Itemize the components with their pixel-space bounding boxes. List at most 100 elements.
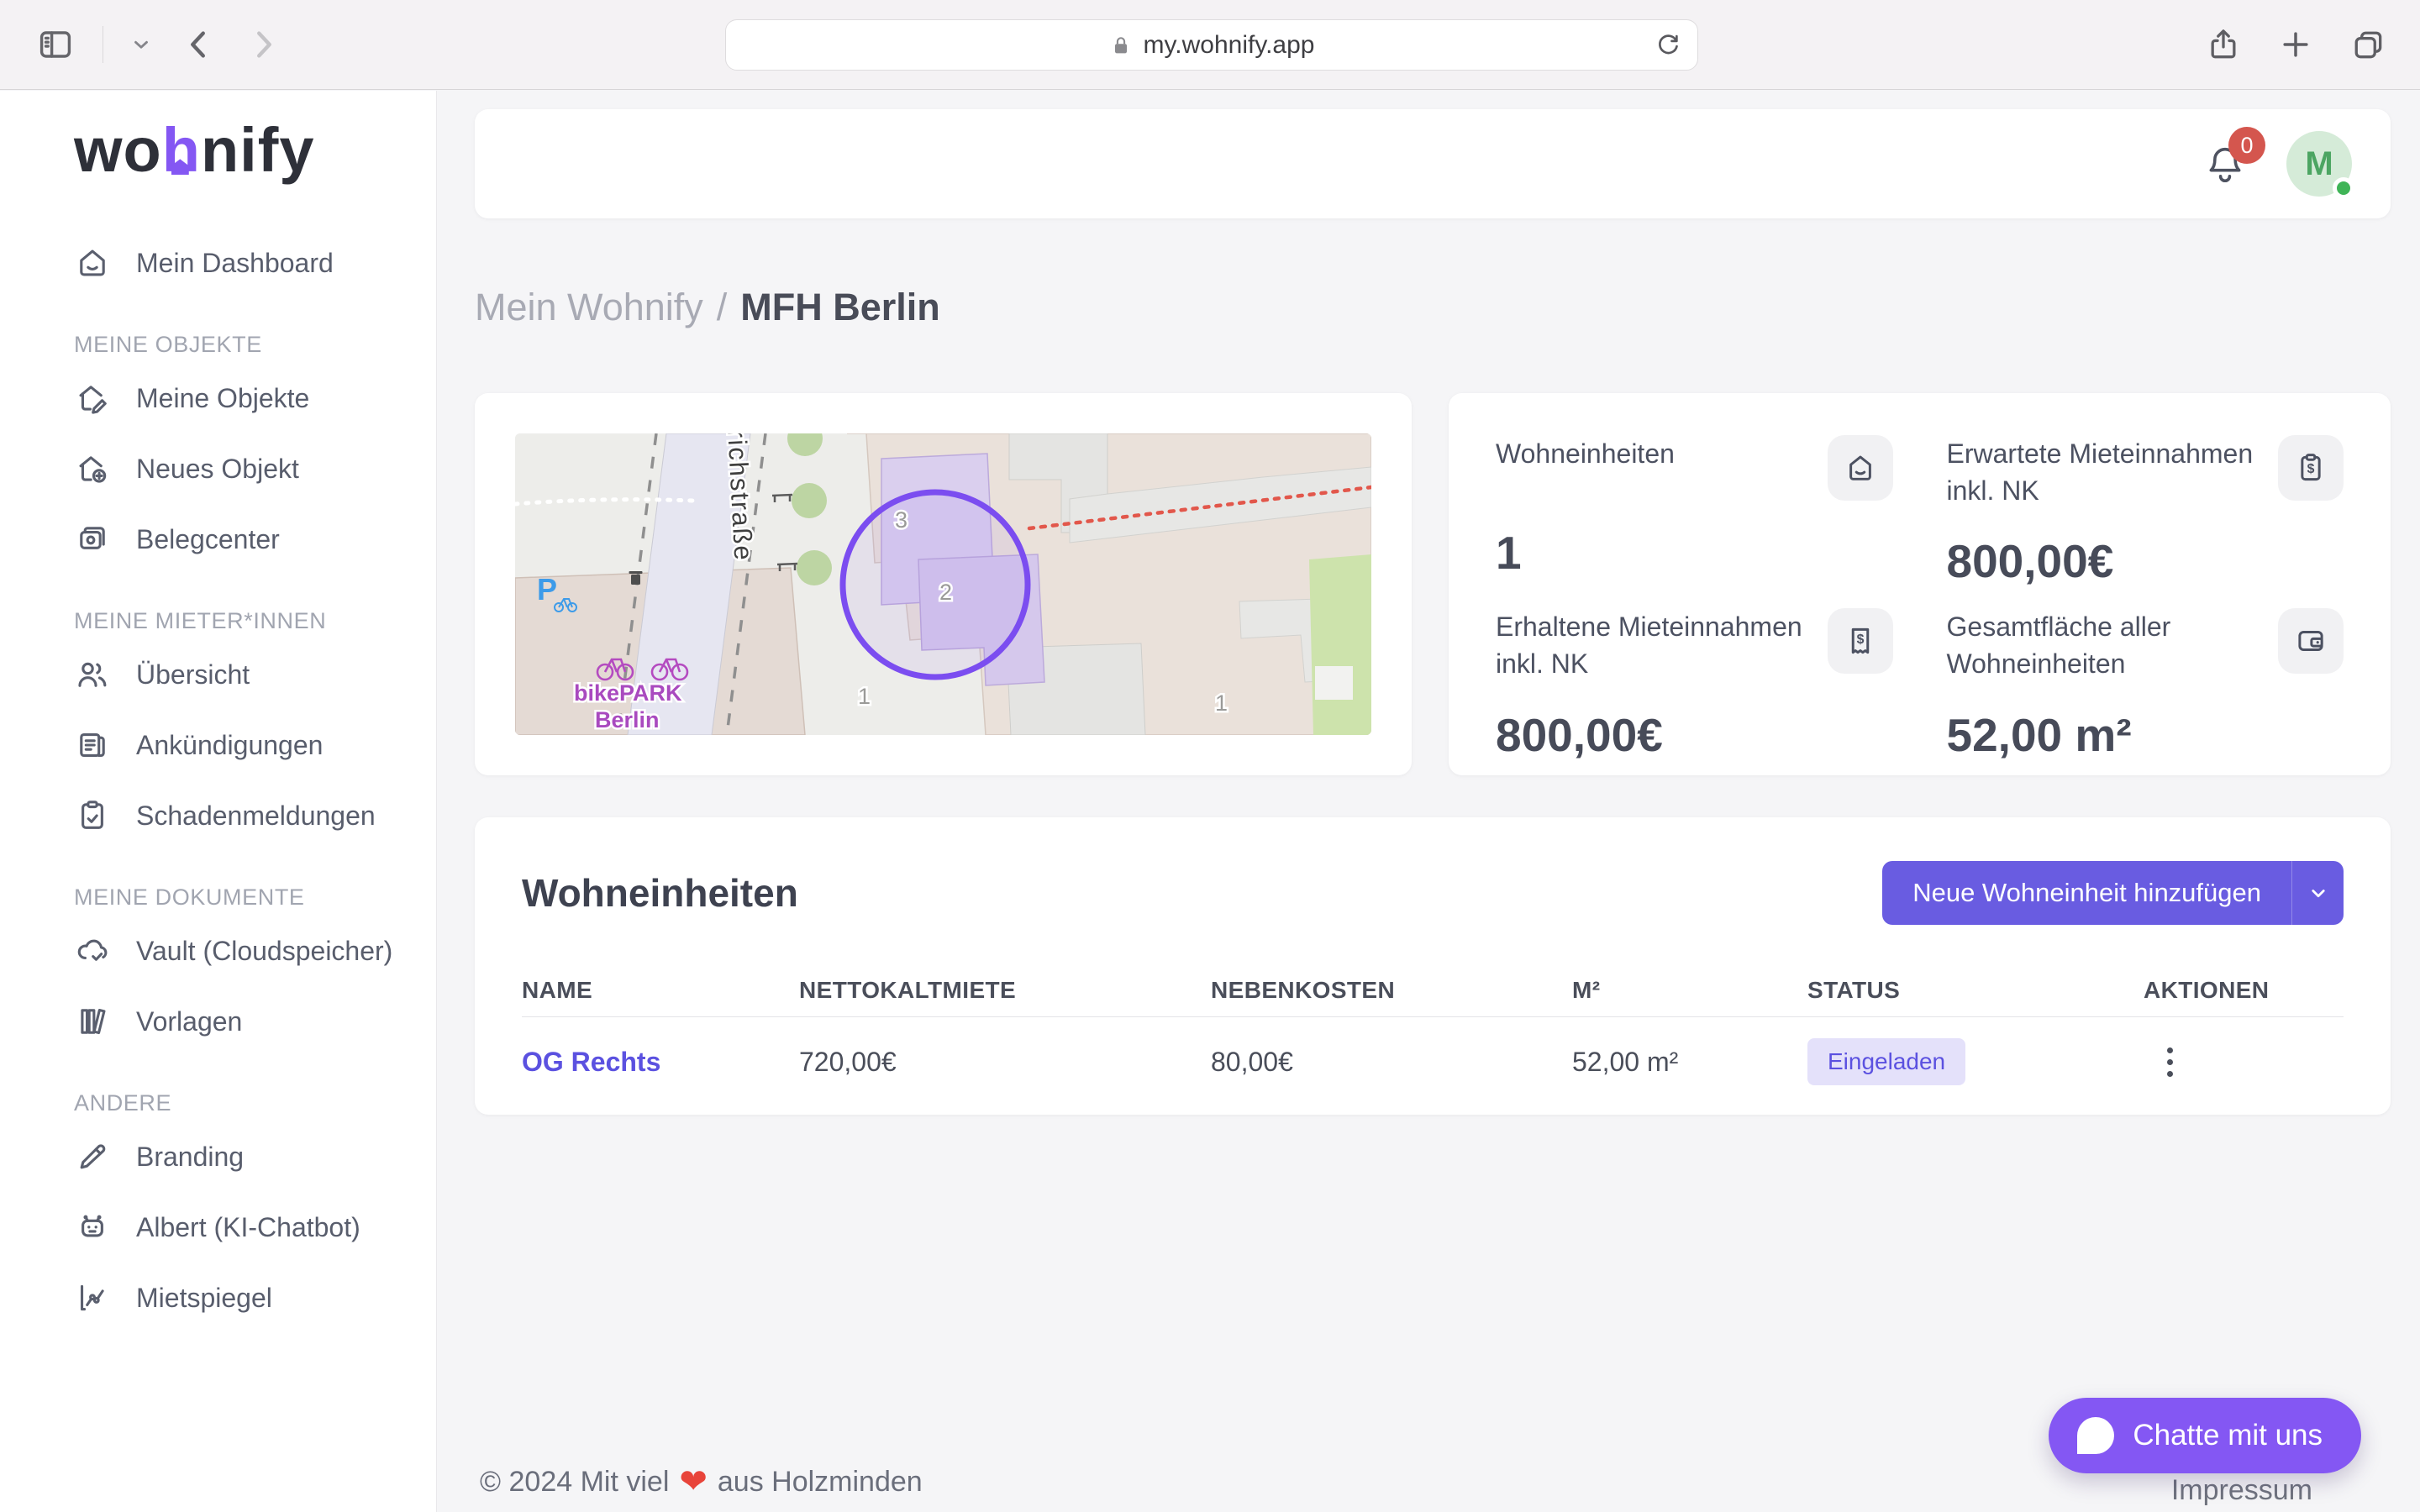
url-text: my.wohnify.app bbox=[1144, 31, 1315, 60]
sidebar-item-label: Schadenmeldungen bbox=[136, 801, 376, 832]
add-unit-dropdown[interactable] bbox=[2291, 861, 2344, 925]
map-parking-label: P bbox=[537, 572, 557, 606]
back-icon[interactable] bbox=[179, 25, 218, 64]
forward-icon[interactable] bbox=[245, 25, 283, 64]
impressum-link[interactable]: Impressum bbox=[2171, 1474, 2312, 1507]
sidebar-item-label: Branding bbox=[136, 1142, 244, 1173]
sidebar-item-neues-objekt[interactable]: Neues Objekt bbox=[74, 433, 416, 504]
sidebar-item-vorlagen[interactable]: Vorlagen bbox=[74, 986, 416, 1057]
stat-wohneinheiten: Wohneinheiten 1 bbox=[1496, 435, 1893, 588]
robot-icon bbox=[74, 1209, 111, 1246]
svg-text:$: $ bbox=[2307, 462, 2315, 476]
sidebar-section-header: MEINE MIETER*INNEN bbox=[74, 608, 416, 634]
sidebar-item-label: Mietspiegel bbox=[136, 1283, 272, 1314]
col-header-name: NAME bbox=[522, 977, 799, 1004]
map-highlight-circle bbox=[843, 492, 1028, 677]
sidebar-item-schadenmeldungen[interactable]: Schadenmeldungen bbox=[74, 780, 416, 851]
chat-widget-button[interactable]: Chatte mit uns bbox=[2049, 1398, 2361, 1473]
receipt-stack-icon bbox=[74, 521, 111, 558]
wohnify-logo[interactable]: wohnify bbox=[74, 116, 416, 184]
stat-value: 800,00€ bbox=[1947, 534, 2344, 588]
stat-label: Erhaltene Mieteinnahmen inkl. NK bbox=[1496, 608, 1812, 682]
map-poi-label: bikePARK bbox=[574, 680, 682, 706]
house-plus-icon bbox=[74, 450, 111, 487]
online-status-dot bbox=[2333, 177, 2354, 199]
sidebar-item-mietspiegel[interactable]: Mietspiegel bbox=[74, 1263, 416, 1333]
heart-icon: ❤ bbox=[679, 1465, 708, 1499]
stat-value: 800,00€ bbox=[1496, 708, 1893, 762]
new-tab-icon[interactable] bbox=[2277, 26, 2314, 63]
section-title: Wohneinheiten bbox=[522, 870, 1882, 916]
sidebar-item-label: Vorlagen bbox=[136, 1006, 242, 1037]
sidebar-item-vault[interactable]: Vault (Cloudspeicher) bbox=[74, 916, 416, 986]
map-tree bbox=[792, 483, 827, 518]
share-icon[interactable] bbox=[2205, 26, 2242, 63]
notification-badge: 0 bbox=[2228, 127, 2265, 164]
sidebar-item-dashboard[interactable]: Mein Dashboard bbox=[74, 228, 416, 298]
stat-label: Gesamtfläche aller Wohneinheiten bbox=[1947, 608, 2264, 682]
avatar[interactable]: M bbox=[2286, 131, 2352, 197]
map-building-number: 3 bbox=[895, 507, 908, 533]
chat-widget-label: Chatte mit uns bbox=[2133, 1419, 2323, 1452]
stat-label: Erwartete Mieteinnahmen inkl. NK bbox=[1947, 435, 2264, 509]
home-icon bbox=[1828, 435, 1893, 501]
breadcrumb-parent[interactable]: Mein Wohnify bbox=[475, 286, 703, 329]
avatar-initial: M bbox=[2305, 145, 2333, 183]
add-unit-button-label: Neue Wohneinheit hinzufügen bbox=[1882, 861, 2291, 925]
sidebar-item-label: Mein Dashboard bbox=[136, 248, 334, 279]
lock-icon bbox=[1109, 34, 1133, 57]
map-poi-label: Berlin bbox=[595, 707, 660, 732]
add-unit-button[interactable]: Neue Wohneinheit hinzufügen bbox=[1882, 861, 2344, 925]
sidebar-item-label: Ankündigungen bbox=[136, 730, 323, 761]
sidebar-item-uebersicht[interactable]: Übersicht bbox=[74, 639, 416, 710]
stat-value: 52,00 m² bbox=[1947, 708, 2344, 762]
map[interactable]: P Friedr bbox=[515, 433, 1371, 735]
units-table: NAME NETTOKALTMIETE NEBENKOSTEN M² STATU… bbox=[522, 963, 2344, 1106]
sidebar-toggle-icon[interactable] bbox=[35, 24, 76, 65]
footer-location: aus Holzminden bbox=[718, 1466, 923, 1499]
receipt-money-icon: $ bbox=[1828, 608, 1893, 674]
chart-line-icon bbox=[74, 1279, 111, 1316]
stat-gesamtflaeche: Gesamtfläche aller Wohneinheiten 52,00 m… bbox=[1947, 608, 2344, 761]
home-smile-icon bbox=[74, 244, 111, 281]
map-building-number: 1 bbox=[1215, 690, 1228, 716]
footer: © 2024 Mit viel ❤ aus Holzminden bbox=[480, 1465, 923, 1499]
sidebar-item-ankuendigungen[interactable]: Ankündigungen bbox=[74, 710, 416, 780]
clipboard-check-icon bbox=[74, 797, 111, 834]
row-actions-menu-icon[interactable] bbox=[2144, 1047, 2202, 1077]
col-header-nettokaltmiete: NETTOKALTMIETE bbox=[799, 977, 1211, 1004]
sidebar-section-header: ANDERE bbox=[74, 1090, 416, 1116]
col-header-status: STATUS bbox=[1807, 977, 2144, 1004]
units-table-header: NAME NETTOKALTMIETE NEBENKOSTEN M² STATU… bbox=[522, 963, 2344, 1017]
sidebar-item-label: Übersicht bbox=[136, 659, 250, 690]
reload-icon[interactable] bbox=[1654, 31, 1682, 60]
sidebar-item-belegcenter[interactable]: Belegcenter bbox=[74, 504, 416, 575]
breadcrumb-separator: / bbox=[717, 286, 728, 329]
breadcrumb: Mein Wohnify / MFH Berlin bbox=[475, 286, 2391, 329]
map-building-number: 2 bbox=[939, 580, 952, 605]
chat-bubble-icon bbox=[2077, 1417, 2114, 1454]
books-icon bbox=[74, 1003, 111, 1040]
svg-text:$: $ bbox=[1856, 633, 1864, 647]
unit-nettokaltmiete: 720,00€ bbox=[799, 1047, 1211, 1078]
stat-erwartete-mieteinnahmen: Erwartete Mieteinnahmen inkl. NK $ 800,0… bbox=[1947, 435, 2344, 588]
sidebar-section-header: MEINE DOKUMENTE bbox=[74, 885, 416, 911]
wallet-icon bbox=[2278, 608, 2344, 674]
clipboard-money-icon: $ bbox=[2278, 435, 2344, 501]
sidebar-item-branding[interactable]: Branding bbox=[74, 1121, 416, 1192]
sidebar-item-label: Belegcenter bbox=[136, 524, 280, 555]
sidebar-item-label: Neues Objekt bbox=[136, 454, 299, 485]
property-stats-card: Wohneinheiten 1 Erwartete Mieteinnahmen … bbox=[1449, 393, 2391, 775]
sidebar-item-label: Meine Objekte bbox=[136, 383, 309, 414]
footer-copyright: © 2024 Mit viel bbox=[480, 1466, 669, 1499]
unit-name-link[interactable]: OG Rechts bbox=[522, 1047, 799, 1078]
address-bar[interactable]: my.wohnify.app bbox=[725, 19, 1698, 71]
unit-nebenkosten: 80,00€ bbox=[1211, 1047, 1572, 1078]
sidebar-item-meine-objekte[interactable]: Meine Objekte bbox=[74, 363, 416, 433]
map-green-area bbox=[1309, 554, 1371, 735]
tab-overview-icon[interactable] bbox=[2349, 26, 2386, 63]
sidebar-item-albert-chatbot[interactable]: Albert (KI-Chatbot) bbox=[74, 1192, 416, 1263]
toolbar-chevron-down-icon[interactable] bbox=[130, 34, 152, 55]
notification-bell-icon[interactable]: 0 bbox=[2202, 141, 2248, 186]
sidebar-item-label: Albert (KI-Chatbot) bbox=[136, 1212, 360, 1243]
